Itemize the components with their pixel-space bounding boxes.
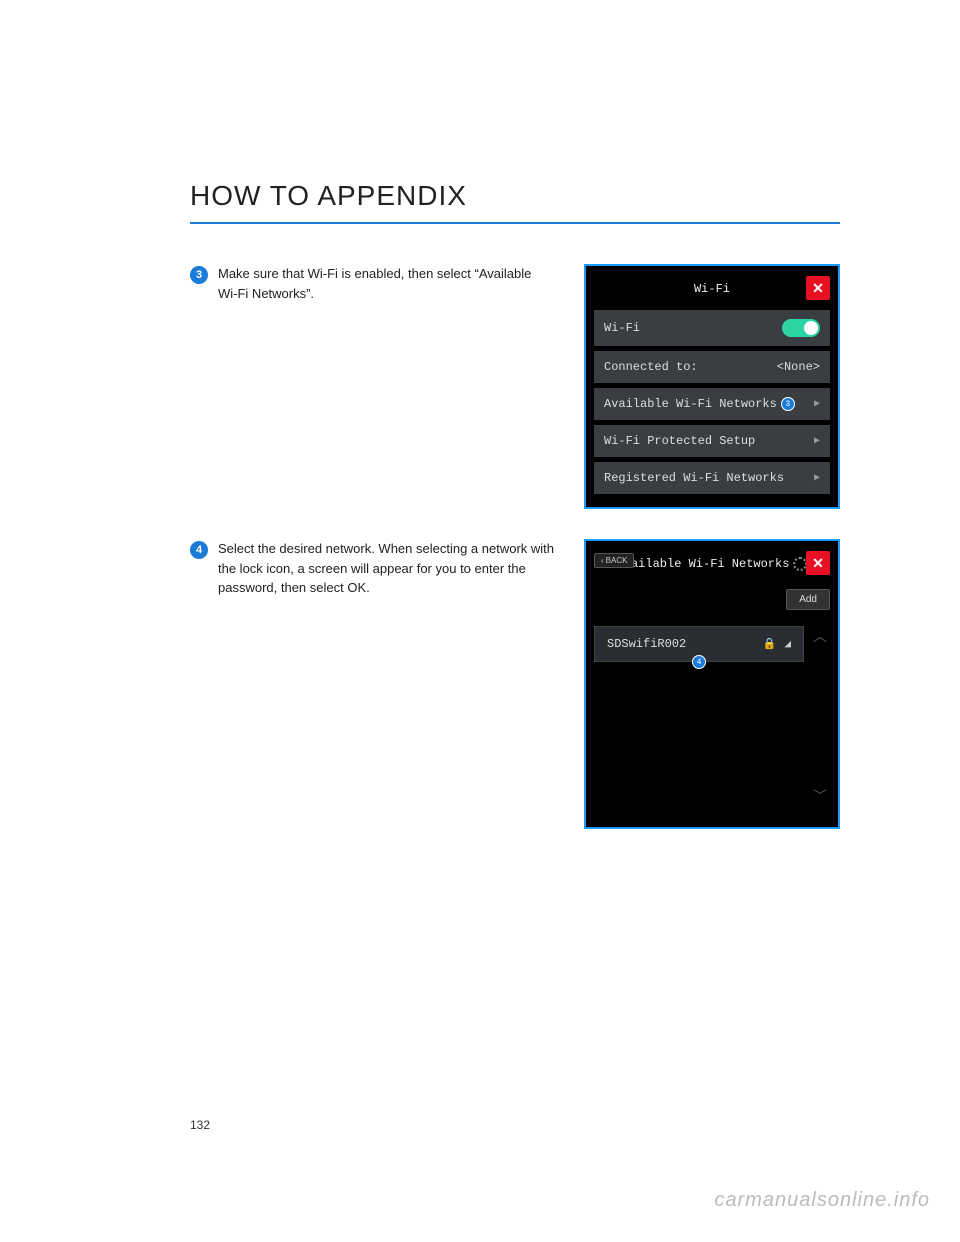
step-3-bullet: 3 bbox=[190, 266, 208, 284]
wifi-label: Wi-Fi bbox=[604, 321, 640, 335]
scroll-control[interactable]: ︿ ﹀ bbox=[810, 626, 830, 806]
step-4-bullet: 4 bbox=[190, 541, 208, 559]
wifi-signal-icon: ◢ bbox=[784, 637, 791, 651]
page-heading: HOW TO APPENDIX bbox=[190, 180, 840, 224]
chevron-right-icon: ▶ bbox=[814, 435, 820, 447]
screen1-title: Wi-Fi bbox=[694, 282, 730, 296]
protected-label: Wi-Fi Protected Setup bbox=[604, 434, 755, 448]
wifi-toggle-on[interactable] bbox=[782, 319, 820, 337]
watermark: carmanualsonline.info bbox=[714, 1189, 930, 1212]
step-3-row: 3 Make sure that Wi-Fi is enabled, then … bbox=[190, 264, 840, 509]
connected-label: Connected to: bbox=[604, 360, 698, 374]
connected-value: <None> bbox=[777, 360, 820, 374]
registered-networks-row[interactable]: Registered Wi-Fi Networks ▶ bbox=[594, 462, 830, 494]
step-4-text: Select the desired network. When selecti… bbox=[218, 539, 554, 829]
close-icon[interactable]: ✕ bbox=[806, 276, 830, 300]
chevron-up-icon: ︿ bbox=[813, 626, 827, 646]
screen2-title: Available Wi-Fi Networks bbox=[617, 557, 790, 571]
add-button[interactable]: Add bbox=[786, 589, 830, 610]
chevron-right-icon: ▶ bbox=[814, 398, 820, 410]
protected-setup-row[interactable]: Wi-Fi Protected Setup ▶ bbox=[594, 425, 830, 457]
network-name: SDSwifiR002 bbox=[607, 637, 686, 651]
step-4-row: 4 Select the desired network. When selec… bbox=[190, 539, 840, 829]
step-3-text: Make sure that Wi-Fi is enabled, then se… bbox=[218, 264, 554, 509]
connected-to-row[interactable]: Connected to: <None> bbox=[594, 351, 830, 383]
device-screen-1: Wi-Fi ✕ Wi-Fi Connected to: <None> Avail… bbox=[584, 264, 840, 509]
callout-badge-3: 3 bbox=[781, 397, 795, 411]
step-3-left: 3 Make sure that Wi-Fi is enabled, then … bbox=[190, 264, 554, 509]
device-screen-2: ‹ BACK Available Wi-Fi Networks ✕ Add SD… bbox=[584, 539, 840, 829]
available-label: Available Wi-Fi Networks bbox=[604, 397, 777, 411]
close-icon[interactable]: ✕ bbox=[806, 551, 830, 575]
back-button[interactable]: ‹ BACK bbox=[594, 553, 634, 568]
available-networks-row[interactable]: Available Wi-Fi Networks 3 ▶ bbox=[594, 388, 830, 420]
network-item[interactable]: SDSwifiR002 🔒 ◢ 4 bbox=[594, 626, 804, 662]
lock-icon: 🔒 bbox=[763, 637, 777, 651]
screen2-header: ‹ BACK Available Wi-Fi Networks ✕ bbox=[594, 549, 830, 579]
page-number: 132 bbox=[190, 1118, 210, 1132]
back-label: BACK bbox=[606, 556, 628, 565]
chevron-down-icon: ﹀ bbox=[813, 786, 827, 806]
registered-label: Registered Wi-Fi Networks bbox=[604, 471, 784, 485]
chevron-left-icon: ‹ bbox=[601, 556, 604, 565]
callout-badge-4: 4 bbox=[692, 655, 706, 669]
screen2-body: Add SDSwifiR002 🔒 ◢ 4 ︿ ﹀ bbox=[594, 585, 830, 806]
screen1-header: Wi-Fi ✕ bbox=[594, 274, 830, 304]
step-4-left: 4 Select the desired network. When selec… bbox=[190, 539, 554, 829]
wifi-toggle-row[interactable]: Wi-Fi bbox=[594, 310, 830, 346]
network-list: SDSwifiR002 🔒 ◢ 4 ︿ ﹀ bbox=[594, 626, 830, 806]
chevron-right-icon: ▶ bbox=[814, 472, 820, 484]
